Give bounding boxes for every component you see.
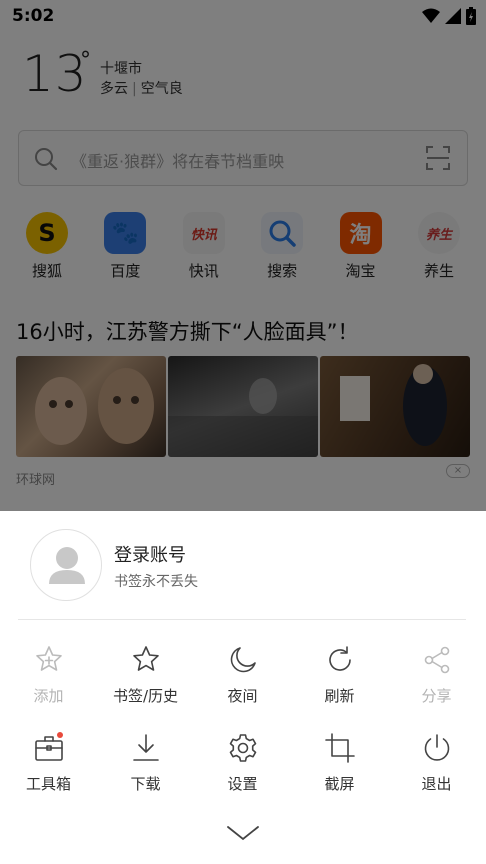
- avatar[interactable]: [30, 529, 102, 601]
- menu-item-label: 添加: [33, 687, 64, 705]
- menu-item-download[interactable]: 下载: [97, 732, 194, 802]
- menu-item-gear[interactable]: 设置: [194, 732, 291, 802]
- menu-item-label: 工具箱: [25, 775, 71, 793]
- menu-item-label: 分享: [421, 687, 452, 705]
- menu-row-1: 添加 书签/历史 夜间 刷新 分享: [0, 644, 486, 714]
- divider: [18, 619, 466, 620]
- crop-screenshot-icon: [324, 732, 356, 764]
- menu-item-label: 刷新: [324, 687, 355, 705]
- refresh-icon: [324, 644, 356, 676]
- menu-item-label: 设置: [227, 775, 258, 793]
- menu-item-share[interactable]: 分享: [388, 644, 485, 714]
- share-icon: [421, 644, 453, 676]
- menu-item-add-bookmark-star[interactable]: 添加: [0, 644, 97, 714]
- download-icon: [130, 732, 162, 764]
- toolbox-icon: [33, 732, 65, 764]
- menu-item-label: 退出: [421, 775, 452, 793]
- login-title[interactable]: 登录账号: [114, 541, 186, 567]
- power-icon: [421, 732, 453, 764]
- menu-item-power[interactable]: 退出: [388, 732, 485, 802]
- menu-item-toolbox[interactable]: 工具箱: [0, 732, 97, 802]
- menu-item-moon[interactable]: 夜间: [194, 644, 291, 714]
- menu-item-refresh[interactable]: 刷新: [291, 644, 388, 714]
- menu-bottom-sheet: 登录账号 书签永不丢失 添加 书签/历史 夜间 刷新 分享 工具箱 下载 设置 截屏 退出: [0, 511, 486, 864]
- menu-item-label: 夜间: [227, 687, 258, 705]
- menu-item-label: 下载: [130, 775, 161, 793]
- menu-item-crop-screenshot[interactable]: 截屏: [291, 732, 388, 802]
- moon-icon: [227, 644, 259, 676]
- menu-item-star[interactable]: 书签/历史: [97, 644, 194, 714]
- chevron-down-icon[interactable]: [226, 823, 260, 843]
- gear-icon: [227, 732, 259, 764]
- notification-badge: [56, 732, 63, 738]
- menu-row-2: 工具箱 下载 设置 截屏 退出: [0, 732, 486, 802]
- login-subtitle: 书签永不丢失: [114, 574, 198, 590]
- menu-item-label: 书签/历史: [112, 687, 179, 705]
- star-icon: [130, 644, 162, 676]
- menu-item-label: 截屏: [324, 775, 355, 793]
- add-bookmark-star-icon: [33, 644, 65, 676]
